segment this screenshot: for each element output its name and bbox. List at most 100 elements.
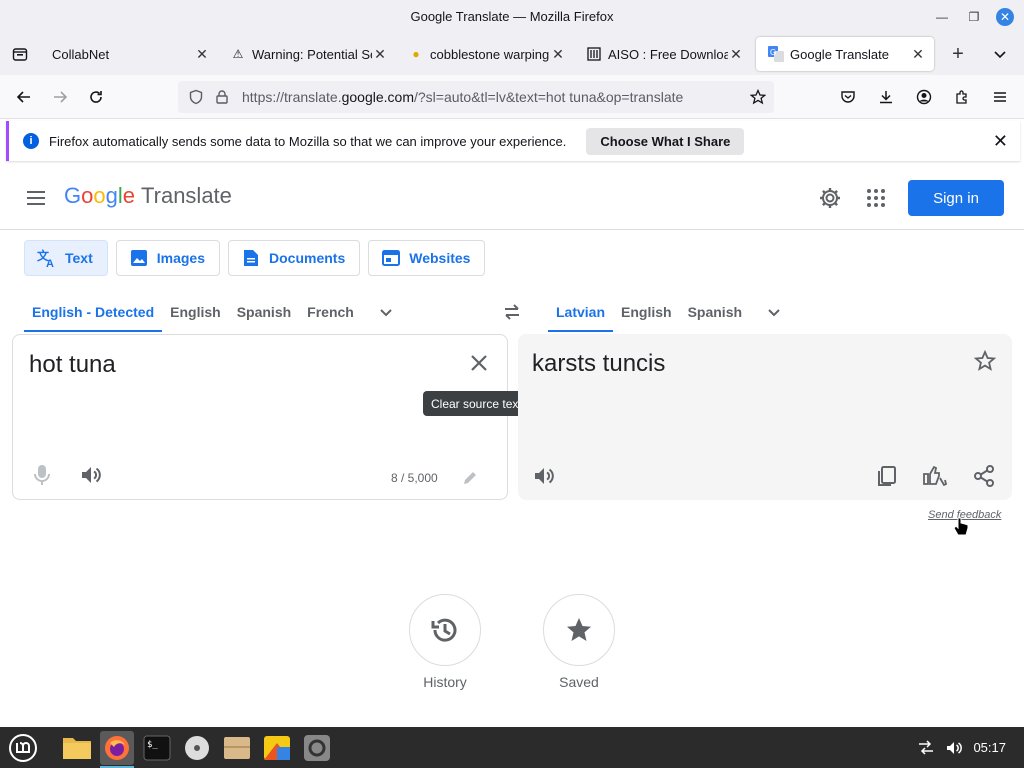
rate-translation-icon[interactable] <box>922 464 950 488</box>
speaker-icon[interactable] <box>79 463 103 487</box>
main-menu-icon[interactable] <box>24 186 48 210</box>
target-lang-spanish[interactable]: Spanish <box>680 292 750 332</box>
gt-header: Google Translate Sign in <box>0 166 1024 230</box>
url-text: https://translate.google.com/?sl=auto&tl… <box>242 89 683 105</box>
mode-text-button[interactable]: 文A Text <box>24 240 108 276</box>
account-button[interactable] <box>908 81 940 113</box>
notice-close-icon[interactable]: ✕ <box>993 131 1008 152</box>
mode-label: Text <box>65 250 93 266</box>
settings-launcher[interactable] <box>300 731 334 765</box>
back-button[interactable] <box>8 81 40 113</box>
image-viewer-launcher[interactable] <box>260 731 294 765</box>
list-all-tabs-button[interactable] <box>982 37 1018 71</box>
start-menu-button[interactable] <box>6 731 40 765</box>
swap-languages-button[interactable] <box>498 298 526 326</box>
tab-close-icon[interactable]: ✕ <box>910 46 926 63</box>
app-menu-button[interactable] <box>984 81 1016 113</box>
tab-cobblestone[interactable]: ● cobblestone warping ✕ <box>396 37 574 71</box>
info-icon: i <box>23 133 39 149</box>
maximize-button[interactable]: ❐ <box>964 7 984 27</box>
share-icon[interactable] <box>972 464 996 488</box>
mode-label: Images <box>156 250 205 266</box>
firefox-launcher[interactable] <box>100 730 134 768</box>
source-language-tabs: English - Detected English Spanish Frenc… <box>24 292 402 332</box>
url-bar[interactable]: https://translate.google.com/?sl=auto&tl… <box>178 81 774 113</box>
navigation-toolbar: https://translate.google.com/?sl=auto&tl… <box>0 75 1024 119</box>
clear-source-icon[interactable] <box>467 351 491 375</box>
tab-google-translate[interactable]: G Google Translate ✕ <box>756 37 934 71</box>
pencil-icon[interactable] <box>461 469 479 487</box>
saved-button[interactable]: Saved <box>543 594 615 690</box>
website-icon <box>381 248 401 268</box>
logo-letter: o <box>93 183 106 208</box>
downloads-button[interactable] <box>870 81 902 113</box>
source-lang-english[interactable]: English <box>162 292 229 332</box>
mode-documents-button[interactable]: Documents <box>228 240 361 276</box>
firefox-view-button[interactable] <box>0 33 40 75</box>
target-more-languages-button[interactable] <box>758 296 790 328</box>
target-lang-latvian[interactable]: Latvian <box>548 292 614 332</box>
tab-collabnet[interactable]: CollabNet ✕ <box>40 37 218 71</box>
url-prefix: https://translate. <box>242 89 342 105</box>
mode-images-button[interactable]: Images <box>115 240 220 276</box>
target-lang-english[interactable]: English <box>613 292 680 332</box>
firefox-view-icon <box>12 48 28 61</box>
bookmark-star-icon[interactable] <box>750 89 766 105</box>
files-launcher[interactable] <box>60 731 94 765</box>
warning-icon: ⚠ <box>232 47 244 61</box>
tab-close-icon[interactable]: ✕ <box>728 46 744 63</box>
source-more-languages-button[interactable] <box>370 296 402 328</box>
settings-gear-icon[interactable] <box>818 186 842 210</box>
mode-label: Websites <box>409 250 471 266</box>
source-text-input[interactable]: hot tuna <box>29 351 116 379</box>
logo-letter: g <box>105 183 118 208</box>
history-icon <box>431 618 457 642</box>
terminal-launcher[interactable]: $_ <box>140 731 174 765</box>
tab-close-icon[interactable]: ✕ <box>194 46 210 63</box>
history-label: History <box>423 674 467 690</box>
volume-icon[interactable] <box>945 739 963 757</box>
tab-aiso[interactable]: AISO : Free Downloa ✕ <box>574 37 752 71</box>
microphone-icon[interactable] <box>31 463 53 487</box>
minimize-button[interactable]: — <box>932 7 952 27</box>
tab-close-icon[interactable]: ✕ <box>372 46 388 63</box>
url-path: /?sl=auto&tl=lv&text=hot tuna&op=transla… <box>414 89 684 105</box>
saved-circle[interactable] <box>543 594 615 666</box>
disc-launcher[interactable] <box>180 731 214 765</box>
choose-what-i-share-button[interactable]: Choose What I Share <box>586 127 745 155</box>
translate-text-icon: 文A <box>37 248 57 268</box>
google-apps-icon[interactable] <box>864 186 888 210</box>
tab-close-icon[interactable]: ✕ <box>550 46 566 63</box>
tab-warning[interactable]: ⚠ Warning: Potential Se ✕ <box>218 37 396 71</box>
forward-arrow-icon <box>54 90 68 103</box>
extensions-button[interactable] <box>946 81 978 113</box>
google-translate-logo[interactable]: Google Translate <box>64 183 232 209</box>
saved-label: Saved <box>559 674 599 690</box>
close-window-button[interactable]: ✕ <box>996 8 1014 26</box>
forward-button[interactable] <box>44 81 76 113</box>
source-lang-spanish[interactable]: Spanish <box>229 292 299 332</box>
download-icon <box>880 91 892 104</box>
pocket-icon <box>841 91 855 103</box>
reload-button[interactable] <box>80 81 112 113</box>
tab-label: AISO : Free Downloa <box>608 46 728 62</box>
pocket-button[interactable] <box>832 81 864 113</box>
save-translation-star-icon[interactable] <box>974 350 996 372</box>
archive-box-icon <box>224 736 250 759</box>
disc-icon <box>185 735 209 760</box>
history-circle[interactable] <box>409 594 481 666</box>
mode-websites-button[interactable]: Websites <box>368 240 486 276</box>
translation-mode-tabs: 文A Text Images Documents Websites <box>24 240 486 276</box>
new-tab-button[interactable]: + <box>940 37 976 71</box>
listen-translation-speaker-icon[interactable] <box>532 464 556 488</box>
network-icon[interactable] <box>917 739 935 757</box>
archive-launcher[interactable] <box>220 731 254 765</box>
logo-word: Translate <box>141 183 232 208</box>
swap-arrows-icon <box>505 304 519 320</box>
source-lang-detected[interactable]: English - Detected <box>24 292 163 332</box>
sign-in-button[interactable]: Sign in <box>908 180 1004 216</box>
history-button[interactable]: History <box>409 594 481 690</box>
source-lang-french[interactable]: French <box>299 292 362 332</box>
clock[interactable]: 05:17 <box>973 740 1006 755</box>
copy-icon[interactable] <box>876 464 898 488</box>
